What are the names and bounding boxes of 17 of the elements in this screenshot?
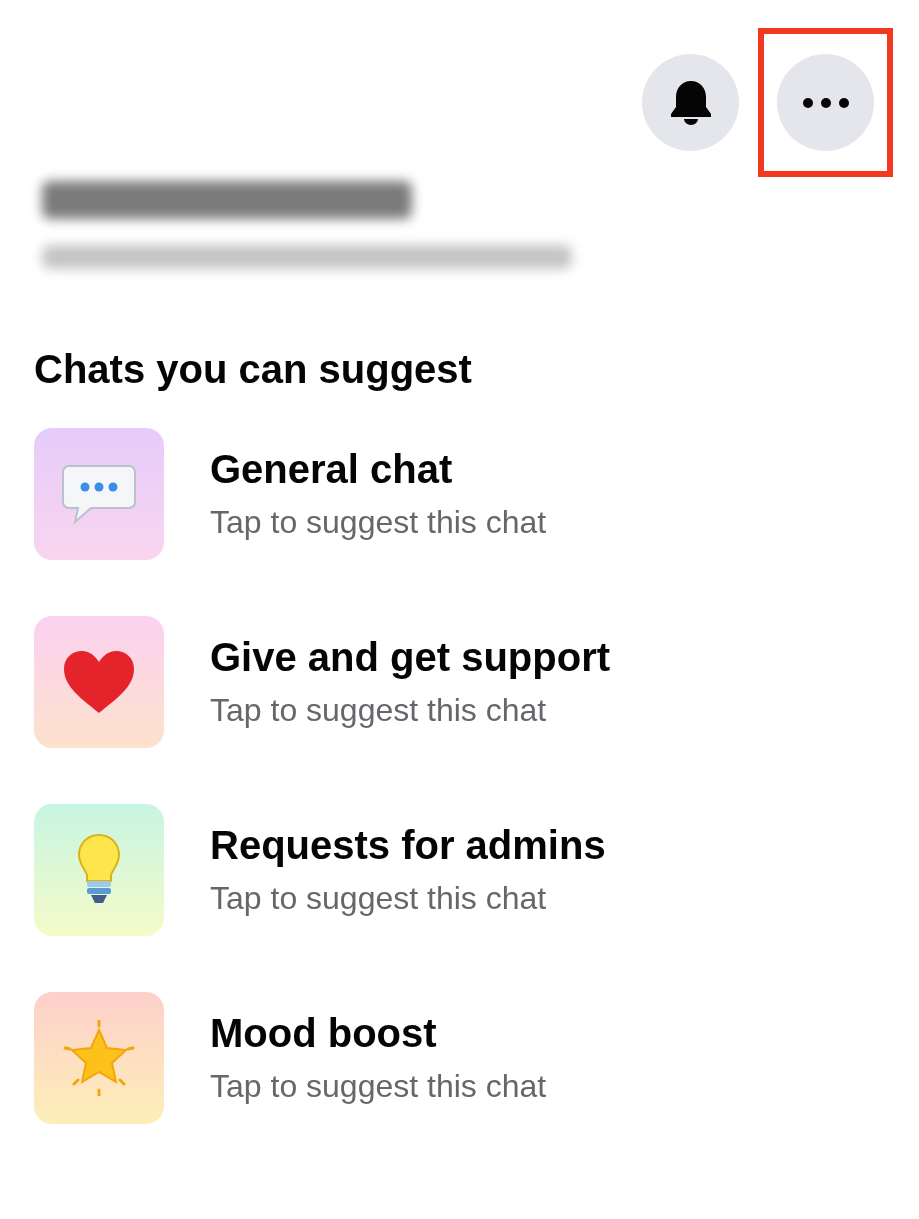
chat-subtitle: Tap to suggest this chat [210,692,548,729]
chat-title: Give and get support [210,635,611,680]
star-icon [61,1020,137,1096]
chat-tile[interactable] [34,992,164,1124]
section-heading: Chats you can suggest [34,347,473,392]
chat-subtitle: Tap to suggest this chat [210,504,547,541]
speech-bubble-icon [61,462,137,526]
more-icon [802,97,849,108]
chat-subtitle: Tap to suggest this chat [210,1068,547,1105]
chat-title: Mood boost [210,1011,438,1056]
chat-tile[interactable] [34,804,164,936]
chat-title: Requests for admins [210,823,606,868]
chat-tile[interactable] [34,428,164,560]
chat-tile[interactable] [34,616,164,748]
heart-icon [62,649,136,715]
chat-subtitle: Tap to suggest this chat [210,880,548,917]
chat-title: General chat [210,447,454,492]
